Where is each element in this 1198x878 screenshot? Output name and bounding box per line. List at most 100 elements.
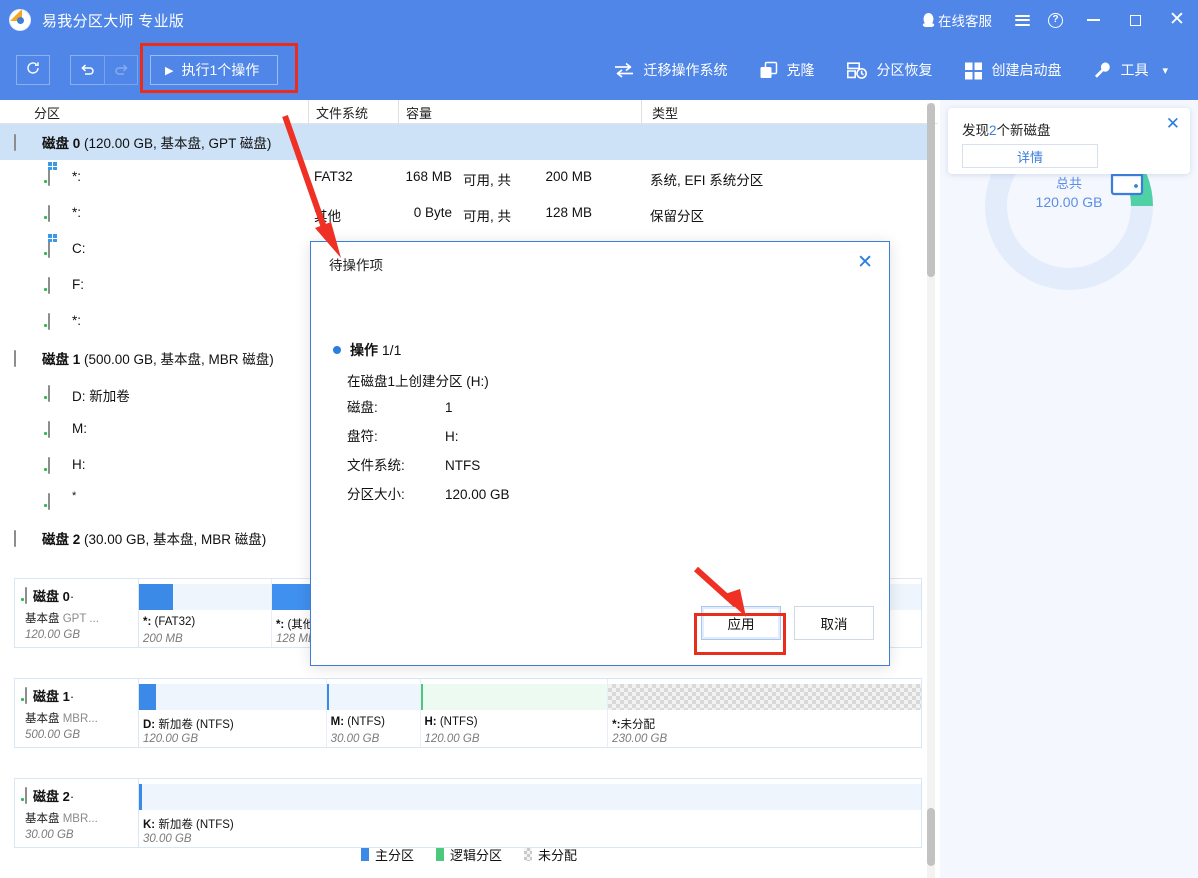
partition-map-fs: (NTFS) bbox=[437, 716, 478, 728]
partition-map-size: 30.00 GB bbox=[143, 833, 192, 845]
close-button[interactable]: ✕ bbox=[1156, 0, 1198, 40]
disk-map-partition[interactable]: H: (NTFS) 120.00 GB bbox=[421, 679, 609, 747]
help-button[interactable]: ? bbox=[1039, 0, 1072, 40]
clone-label: 克隆 bbox=[786, 60, 814, 80]
cancel-button[interactable]: 取消 bbox=[794, 606, 874, 640]
hard-disk-icon bbox=[14, 531, 36, 546]
tree-partition-row[interactable]: *: 其他 0 Byte 可用, 共 128 MB 保留分区 bbox=[0, 196, 930, 232]
main-scrollbar[interactable] bbox=[927, 103, 935, 842]
pending-operations-dialog: 待操作项 ✕ 操作 1/1 在磁盘1上创建分区 (H:) 磁盘:1 盘符:H: … bbox=[310, 241, 890, 666]
refresh-button[interactable] bbox=[16, 55, 50, 85]
legend-label-logical: 逻辑分区 bbox=[450, 845, 502, 864]
disk-map-partitions: K: 新加卷 (NTFS) 30.00 GB bbox=[139, 779, 921, 847]
dialog-footer: 应用 取消 bbox=[311, 585, 889, 665]
partition-map-fs: 未分配 bbox=[620, 719, 655, 731]
partition-name: *: bbox=[72, 169, 81, 184]
column-header-type[interactable]: 类型 bbox=[652, 103, 678, 122]
undo-icon bbox=[79, 60, 96, 81]
tree-partition-row[interactable]: *: FAT32 168 MB 可用, 共 200 MB 系统, EFI 系统分… bbox=[0, 160, 930, 196]
partition-icon bbox=[48, 458, 50, 473]
operation-description: 在磁盘1上创建分区 (H:) bbox=[347, 370, 489, 390]
partition-type: 保留分区 bbox=[650, 205, 704, 225]
minimize-icon bbox=[1087, 19, 1100, 21]
dialog-close-button[interactable]: ✕ bbox=[857, 251, 873, 274]
partition-icon bbox=[48, 386, 50, 401]
partition-capacity: 168 MB bbox=[400, 169, 452, 184]
maximize-button[interactable] bbox=[1114, 0, 1156, 40]
partition-recovery-button[interactable]: 分区恢复 bbox=[830, 50, 948, 90]
partition-usage-bar bbox=[139, 584, 271, 610]
partition-table-header: 分区 文件系统 容量 类型 bbox=[0, 100, 938, 124]
minimize-button[interactable] bbox=[1072, 0, 1114, 40]
redo-button[interactable] bbox=[104, 55, 138, 85]
legend-item-primary: 主分区 bbox=[361, 845, 414, 864]
undo-button[interactable] bbox=[70, 55, 104, 85]
disk-meta: (120.00 GB, 基本盘, GPT 磁盘) bbox=[80, 136, 271, 151]
partition-map-label: M: (NTFS) bbox=[331, 716, 385, 728]
partition-icon bbox=[48, 494, 50, 509]
notification-close-button[interactable]: ✕ bbox=[1166, 114, 1180, 134]
partition-system-icon bbox=[48, 170, 50, 185]
disk-map-type: 基本盘 bbox=[25, 813, 60, 825]
disk-map-card[interactable]: 磁盘 1· 基本盘 MBR... 500.00 GB D: 新加卷 (NTFS)… bbox=[14, 678, 922, 748]
undo-redo-group bbox=[70, 55, 138, 85]
disk-map-partition[interactable]: D: 新加卷 (NTFS) 120.00 GB bbox=[139, 679, 327, 747]
partition-name: D: 新加卷 bbox=[72, 385, 130, 405]
apply-button[interactable]: 应用 bbox=[701, 606, 781, 640]
tree-disk-label: 磁盘 1 (500.00 GB, 基本盘, MBR 磁盘) bbox=[42, 348, 274, 368]
notification-title-suffix: 个新磁盘 bbox=[997, 123, 1051, 138]
partition-name: M: bbox=[72, 421, 87, 436]
disk-map-name: 磁盘 1 bbox=[33, 689, 70, 704]
disk-map-partition[interactable]: *: (FAT32) 200 MB bbox=[139, 579, 272, 647]
partition-name: *: bbox=[72, 313, 81, 328]
tree-disk-row[interactable]: 磁盘 0 (120.00 GB, 基本盘, GPT 磁盘) bbox=[0, 124, 930, 160]
disk-name: 磁盘 0 bbox=[42, 136, 80, 151]
app-window: 易我分区大师 专业版 在线客服 ? ✕ bbox=[0, 0, 1198, 878]
partition-map-label: K: 新加卷 (NTFS) bbox=[143, 816, 234, 832]
map-scrollbar[interactable] bbox=[927, 800, 935, 878]
disk-meta: (30.00 GB, 基本盘, MBR 磁盘) bbox=[80, 532, 266, 547]
disk-map-card[interactable]: 磁盘 2· 基本盘 MBR... 30.00 GB K: 新加卷 (NTFS) … bbox=[14, 778, 922, 848]
partition-map-letter: H: bbox=[425, 716, 437, 728]
menu-button[interactable] bbox=[1006, 0, 1039, 40]
column-header-partition[interactable]: 分区 bbox=[34, 103, 60, 122]
toolbar: ▶ 执行1个操作 迁移操作系统 bbox=[0, 40, 1198, 100]
titlebar-actions: 在线客服 ? ✕ bbox=[913, 0, 1198, 40]
notification-details-button[interactable]: 详情 bbox=[962, 144, 1098, 168]
execute-operations-label: 执行1个操作 bbox=[181, 60, 259, 80]
notification-title: 发现2个新磁盘 bbox=[962, 119, 1051, 139]
disk-map-partition[interactable]: K: 新加卷 (NTFS) 30.00 GB bbox=[139, 779, 921, 847]
clone-button[interactable]: 克隆 bbox=[743, 50, 830, 90]
online-support-button[interactable]: 在线客服 bbox=[913, 0, 1006, 40]
migrate-os-button[interactable]: 迁移操作系统 bbox=[597, 50, 743, 90]
execute-operations-button[interactable]: ▶ 执行1个操作 bbox=[150, 55, 278, 85]
operation-heading-label: 操作 bbox=[350, 342, 378, 358]
disk-map-size: 120.00 GB bbox=[25, 629, 138, 641]
partition-map-size: 120.00 GB bbox=[425, 733, 480, 745]
online-support-label: 在线客服 bbox=[938, 10, 992, 30]
title-bar: 易我分区大师 专业版 在线客服 ? ✕ bbox=[0, 0, 1198, 40]
partition-unallocated-bar bbox=[608, 684, 921, 710]
partition-name: *: bbox=[72, 205, 81, 220]
apply-label: 应用 bbox=[728, 613, 755, 633]
column-header-filesystem[interactable]: 文件系统 bbox=[316, 103, 368, 122]
disk-map-partition-unallocated[interactable]: *:未分配 230.00 GB bbox=[608, 679, 921, 747]
disk-map-partition[interactable]: M: (NTFS) 30.00 GB bbox=[327, 679, 421, 747]
disk-map-title: 磁盘 2· bbox=[25, 786, 138, 805]
main-scrollbar-thumb[interactable] bbox=[927, 103, 935, 277]
operation-field-filesystem: 文件系统:NTFS bbox=[347, 454, 480, 474]
partition-usage-bar bbox=[139, 784, 921, 810]
column-header-capacity[interactable]: 容量 bbox=[406, 103, 432, 122]
partition-map-letter: K: bbox=[143, 819, 155, 831]
bootable-media-button[interactable]: 创建启动盘 bbox=[948, 50, 1077, 90]
partition-map-size: 200 MB bbox=[143, 633, 183, 645]
help-circle-icon: ? bbox=[1048, 13, 1063, 28]
legend-item-unallocated: 未分配 bbox=[524, 845, 577, 864]
dialog-title: 待操作项 bbox=[329, 254, 383, 274]
map-scrollbar-thumb[interactable] bbox=[927, 808, 935, 866]
tools-button[interactable]: 工具 ▾ bbox=[1077, 50, 1184, 90]
hard-disk-icon bbox=[14, 135, 36, 150]
operation-field-partition-size: 分区大小:120.00 GB bbox=[347, 483, 510, 503]
partition-free-label: 可用, 共 bbox=[463, 169, 511, 189]
operation-heading-count: 1/1 bbox=[382, 342, 401, 358]
